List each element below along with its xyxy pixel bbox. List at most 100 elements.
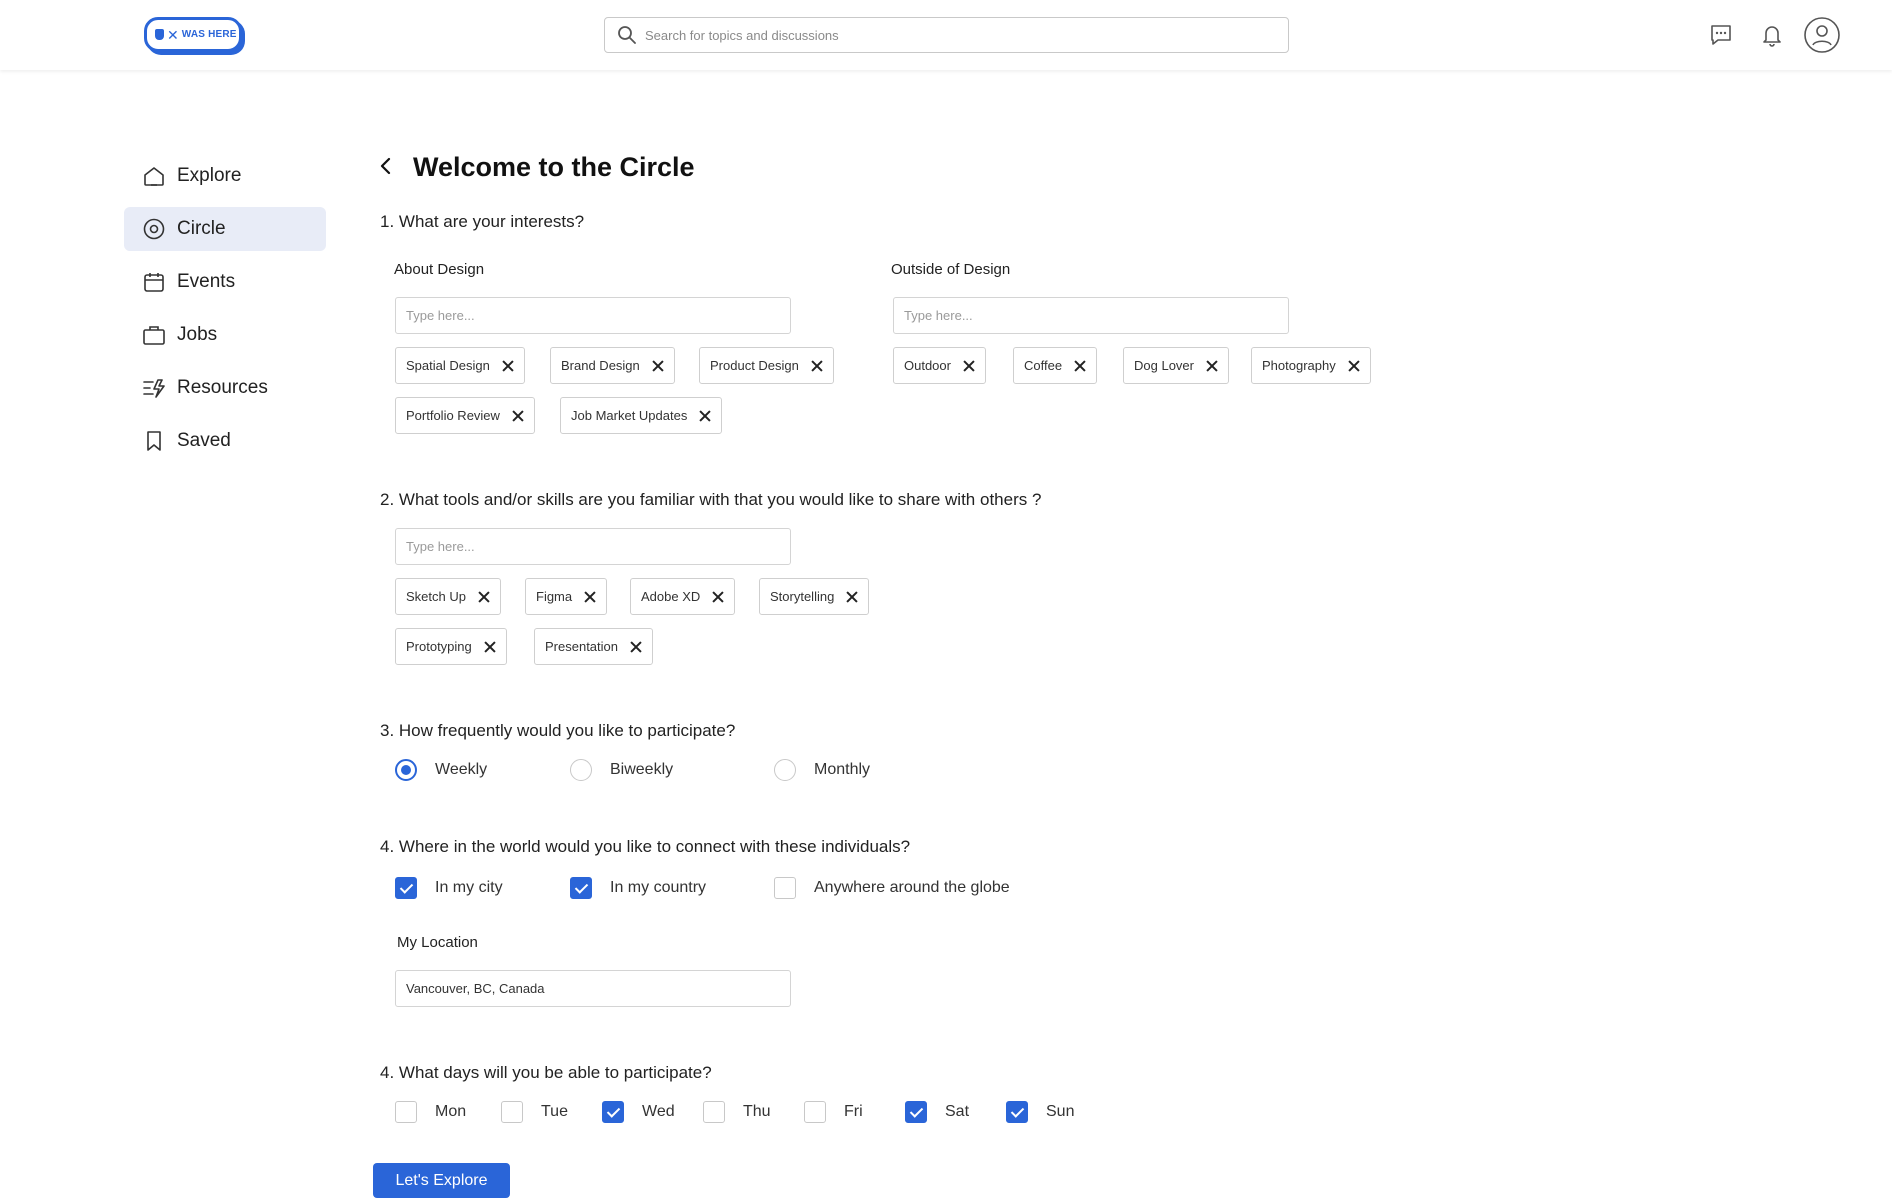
chip-sketch-up: Sketch Up: [395, 578, 501, 615]
sidebar-item-label: Explore: [177, 165, 242, 186]
sidebar-item-label: Resources: [177, 377, 268, 398]
radio-weekly[interactable]: Weekly: [395, 759, 487, 781]
sidebar-item-label: Jobs: [177, 324, 218, 345]
remove-chip-icon[interactable]: [478, 591, 490, 603]
chip-label: Coffee: [1024, 358, 1063, 373]
checkbox-indicator: [395, 877, 417, 899]
chip-photography: Photography: [1251, 347, 1371, 384]
sidebar-item-saved[interactable]: Saved: [124, 419, 326, 463]
checkbox-indicator: [1006, 1101, 1028, 1123]
back-arrow-icon[interactable]: [374, 154, 398, 178]
checkbox-fri[interactable]: Fri: [804, 1101, 863, 1123]
chip-portfolio-review: Portfolio Review: [395, 397, 535, 434]
chip-label: Adobe XD: [641, 589, 701, 604]
remove-chip-icon[interactable]: [484, 641, 496, 653]
sidebar-item-label: Circle: [177, 218, 226, 239]
outside-design-label: Outside of Design: [891, 261, 1011, 278]
remove-chip-icon[interactable]: [1206, 360, 1218, 372]
remove-chip-icon[interactable]: [699, 410, 711, 422]
outside-design-input[interactable]: [893, 297, 1289, 334]
search-bar[interactable]: [604, 17, 1289, 53]
checkbox-indicator: [570, 877, 592, 899]
chip-label: Prototyping: [406, 639, 472, 654]
checkbox-anywhere[interactable]: Anywhere around the globe: [774, 877, 1010, 899]
checkbox-wed[interactable]: Wed: [602, 1101, 675, 1123]
chip-label: Job Market Updates: [571, 408, 688, 423]
radio-indicator: [570, 759, 592, 781]
checkbox-indicator: [501, 1101, 523, 1123]
checkbox-label: In my country: [610, 879, 707, 896]
chip-outdoor: Outdoor: [893, 347, 986, 384]
user-avatar-icon[interactable]: [1803, 16, 1841, 54]
checkbox-label: Fri: [844, 1103, 863, 1120]
chat-icon[interactable]: [1702, 16, 1740, 54]
sidebar-nav: Explore Circle Events Jobs Resources Sav…: [124, 154, 326, 472]
chip-brand-design: Brand Design: [550, 347, 675, 384]
chip-label: Spatial Design: [406, 358, 490, 373]
checkbox-label: Wed: [642, 1103, 675, 1120]
question-location-scope: 4. Where in the world would you like to …: [380, 837, 911, 856]
question-frequency: 3. How frequently would you like to part…: [380, 721, 736, 740]
chip-label: Outdoor: [904, 358, 951, 373]
chip-storytelling: Storytelling: [759, 578, 870, 615]
location-input[interactable]: [395, 970, 791, 1007]
bell-icon[interactable]: [1753, 16, 1791, 54]
remove-chip-icon[interactable]: [1348, 360, 1360, 372]
lets-explore-button[interactable]: Let's Explore: [373, 1163, 510, 1198]
chip-job-market-updates: Job Market Updates: [560, 397, 723, 434]
my-location-label: My Location: [397, 934, 478, 951]
circle-icon: [143, 218, 165, 240]
checkbox-thu[interactable]: Thu: [703, 1101, 771, 1123]
ux-was-here-logo[interactable]: ✕ WAS HERE: [144, 17, 242, 52]
radio-label: Weekly: [435, 761, 488, 778]
checkbox-indicator: [774, 877, 796, 899]
sidebar-item-events[interactable]: Events: [124, 260, 326, 304]
remove-chip-icon[interactable]: [652, 360, 664, 372]
checkbox-indicator: [602, 1101, 624, 1123]
chip-label: Dog Lover: [1134, 358, 1194, 373]
search-input[interactable]: [645, 27, 1265, 43]
checkbox-indicator: [703, 1101, 725, 1123]
checkbox-label: Thu: [743, 1103, 771, 1120]
calendar-icon: [144, 273, 164, 292]
tools-skills-input[interactable]: [395, 528, 791, 565]
sidebar-item-explore[interactable]: Explore: [124, 154, 326, 198]
remove-chip-icon[interactable]: [712, 591, 724, 603]
radio-monthly[interactable]: Monthly: [774, 759, 870, 781]
question-interests: 1. What are your interests?: [380, 212, 585, 231]
radio-biweekly[interactable]: Biweekly: [570, 759, 673, 781]
remove-chip-icon[interactable]: [584, 591, 596, 603]
question-days: 4. What days will you be able to partici…: [380, 1063, 712, 1082]
remove-chip-icon[interactable]: [512, 410, 524, 422]
sidebar-item-jobs[interactable]: Jobs: [124, 313, 326, 357]
sidebar-item-circle[interactable]: Circle: [124, 207, 326, 251]
sidebar-item-label: Events: [177, 271, 236, 292]
remove-chip-icon[interactable]: [963, 360, 975, 372]
checkbox-mon[interactable]: Mon: [395, 1101, 466, 1123]
sidebar-item-label: Saved: [177, 430, 231, 451]
remove-chip-icon[interactable]: [630, 641, 642, 653]
radio-label: Monthly: [814, 761, 871, 778]
checkbox-sun[interactable]: Sun: [1006, 1101, 1074, 1123]
sidebar-item-resources[interactable]: Resources: [124, 366, 326, 410]
chip-label: Figma: [536, 589, 573, 604]
checkbox-indicator: [804, 1101, 826, 1123]
about-design-input[interactable]: [395, 297, 791, 334]
checkbox-label: Mon: [435, 1103, 467, 1120]
logo-x: ✕: [167, 26, 179, 43]
checkbox-label: Tue: [541, 1103, 568, 1120]
chip-adobe-xd: Adobe XD: [630, 578, 736, 615]
checkbox-in-my-city[interactable]: In my city: [395, 877, 503, 899]
checkbox-tue[interactable]: Tue: [501, 1101, 568, 1123]
remove-chip-icon[interactable]: [846, 591, 858, 603]
remove-chip-icon[interactable]: [1074, 360, 1086, 372]
remove-chip-icon[interactable]: [502, 360, 514, 372]
checkbox-sat[interactable]: Sat: [905, 1101, 969, 1123]
chip-spatial-design: Spatial Design: [395, 347, 525, 384]
checkbox-indicator: [395, 1101, 417, 1123]
logo-mark: [155, 29, 164, 40]
remove-chip-icon[interactable]: [811, 360, 823, 372]
chip-prototyping: Prototyping: [395, 628, 507, 665]
checkbox-label: In my city: [435, 879, 503, 896]
checkbox-in-my-country[interactable]: In my country: [570, 877, 706, 899]
